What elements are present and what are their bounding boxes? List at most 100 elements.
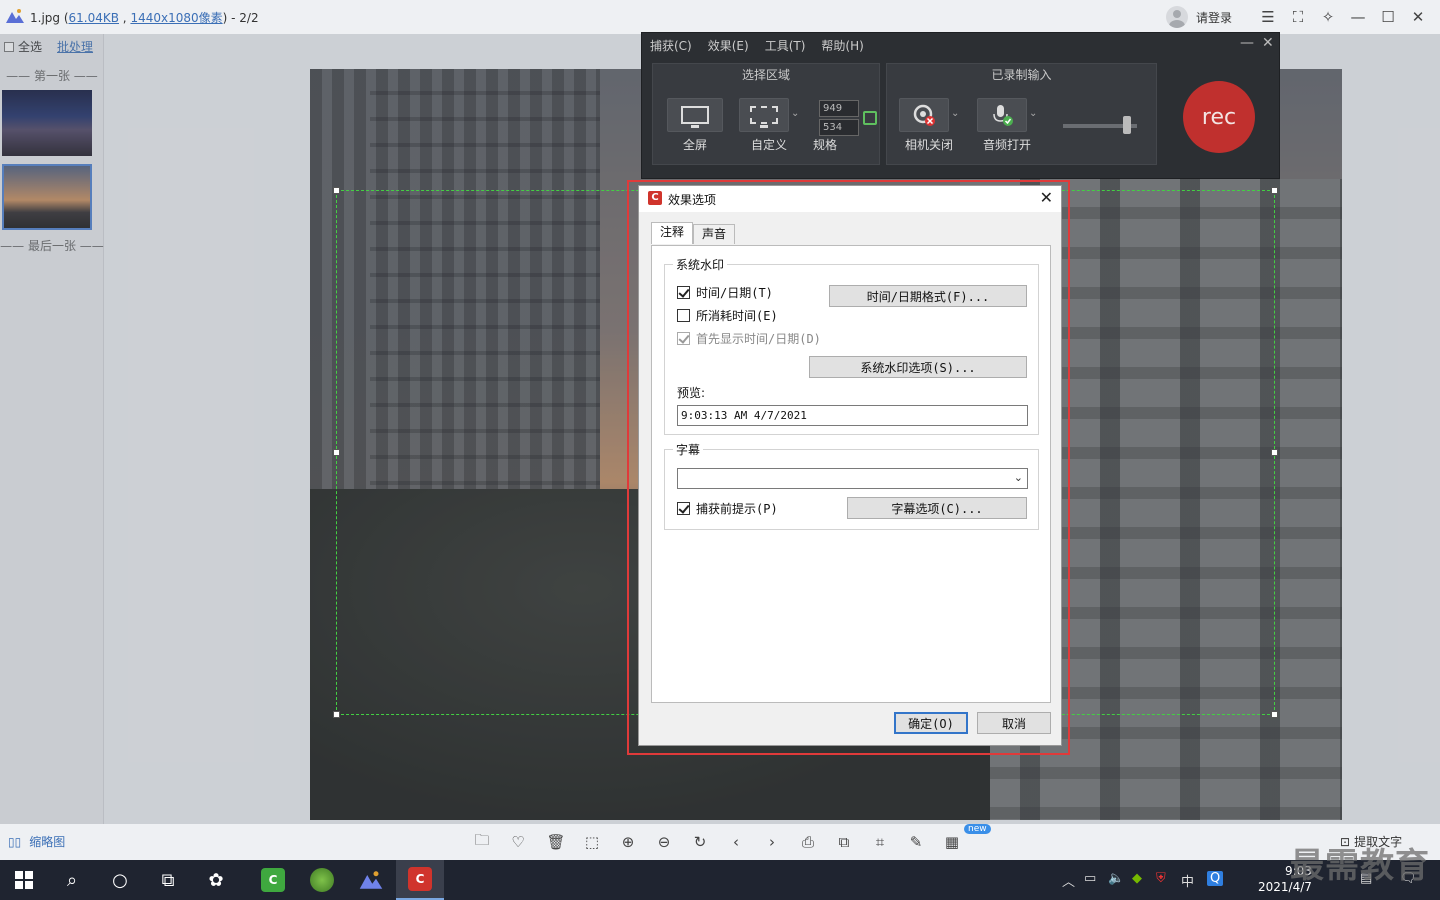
selection-handle-tr[interactable] xyxy=(1271,187,1278,194)
size-inputs: 949 534 xyxy=(819,100,859,138)
zoom-in-icon[interactable]: ⊕ xyxy=(618,832,638,852)
next-icon[interactable]: › xyxy=(762,832,782,852)
selection-handle-br[interactable] xyxy=(1271,711,1278,718)
volume-slider-thumb[interactable] xyxy=(1123,116,1131,134)
chevron-down-icon[interactable]: ⌄ xyxy=(1014,471,1023,484)
width-input[interactable]: 949 xyxy=(819,100,859,117)
task-view-icon[interactable]: ⧉ xyxy=(154,866,182,894)
cancel-button[interactable]: 取消 xyxy=(977,712,1051,734)
login-button[interactable]: 请登录 xyxy=(1166,6,1232,28)
custom-area-button[interactable] xyxy=(739,98,789,132)
custom-dropdown-icon[interactable]: ⌄ xyxy=(791,108,799,119)
title-suffix: ) - 2/2 xyxy=(222,11,259,25)
microphone-icon xyxy=(993,105,1013,126)
camera-button[interactable] xyxy=(899,98,949,132)
audio-dropdown-icon[interactable]: ⌄ xyxy=(1029,108,1037,119)
crop-icon[interactable]: ⬚ xyxy=(582,832,602,852)
annotation-tab-page: 系统水印 时间/日期(T) 时间/日期格式(F)... 所消耗时间(E) 首先显… xyxy=(651,245,1051,703)
select-all-checkbox[interactable]: 全选 xyxy=(4,38,42,55)
watermark-options-button[interactable]: 系统水印选项(S)... xyxy=(809,356,1027,378)
minimize-icon[interactable]: — xyxy=(1349,8,1367,26)
recorder-close-icon[interactable]: ✕ xyxy=(1262,35,1274,51)
edit-icon[interactable]: ✎ xyxy=(906,832,926,852)
timedate-format-button[interactable]: 时间/日期格式(F)... xyxy=(829,285,1027,307)
viewer-app-icon[interactable] xyxy=(347,860,395,900)
security-icon[interactable]: ⛨ xyxy=(1156,871,1166,886)
file-size-link[interactable]: 61.04KB xyxy=(69,11,119,25)
thumbnail-2[interactable] xyxy=(2,164,92,230)
fullscreen-button[interactable] xyxy=(667,98,723,132)
ok-button[interactable]: 确定(O) xyxy=(894,712,968,734)
caption-combobox[interactable]: ⌄ xyxy=(677,468,1028,489)
show-first-checkbox-row: 首先显示时间/日期(D) xyxy=(677,330,821,347)
batch-link[interactable]: 批处理 xyxy=(57,38,93,55)
print-icon[interactable]: ⎙ xyxy=(798,832,818,852)
prompt-checkbox[interactable] xyxy=(677,502,690,515)
selection-handle-tl[interactable] xyxy=(333,187,340,194)
favorite-icon[interactable]: ♡ xyxy=(508,832,528,852)
open-folder-icon[interactable]: 🗀 xyxy=(472,831,492,852)
monitor-icon xyxy=(681,106,709,128)
dialog-titlebar: C 效果选项 ✕ xyxy=(639,186,1061,212)
menu-capture[interactable]: 捕获(C) xyxy=(650,37,692,54)
select-all-box[interactable] xyxy=(4,41,14,52)
zoom-out-icon[interactable]: ⊖ xyxy=(654,832,674,852)
thumbnail-1[interactable] xyxy=(2,90,92,156)
camtasia-app-icon[interactable]: C xyxy=(249,860,297,900)
search-icon[interactable]: ⌕ xyxy=(58,866,86,894)
cortana-icon[interactable]: ○ xyxy=(106,866,134,894)
network-icon[interactable]: ▭ xyxy=(1084,871,1096,886)
audio-button[interactable] xyxy=(977,98,1027,132)
camera-dropdown-icon[interactable]: ⌄ xyxy=(951,108,959,119)
qq-icon[interactable]: Q xyxy=(1207,871,1224,886)
elapsed-checkbox[interactable] xyxy=(677,309,690,322)
melon-app-icon[interactable] xyxy=(298,860,346,900)
pin-icon[interactable]: ✧ xyxy=(1319,8,1337,26)
convert-icon[interactable]: ⧉ xyxy=(834,832,854,852)
fullscreen-label: 全屏 xyxy=(683,138,708,152)
fullscreen-icon[interactable]: ⛶ xyxy=(1289,8,1307,26)
prev-icon[interactable]: ‹ xyxy=(726,832,746,852)
selection-handle-mr[interactable] xyxy=(1271,449,1278,456)
tray-chevron-icon[interactable]: ︿ xyxy=(1062,871,1075,890)
record-button[interactable]: rec xyxy=(1183,81,1255,153)
resolution-link[interactable]: 1440x1080像素 xyxy=(130,11,222,25)
menu-icon[interactable]: ☰ xyxy=(1259,8,1277,26)
volume-icon[interactable]: 🔈 xyxy=(1108,871,1124,886)
elapsed-label: 所消耗时间(E) xyxy=(696,309,778,323)
thumbnail-toggle[interactable]: ▯▯ 缩略图 xyxy=(8,833,65,850)
menu-help[interactable]: 帮助(H) xyxy=(821,37,863,54)
menu-tools[interactable]: 工具(T) xyxy=(765,37,806,54)
audio-label: 音频打开 xyxy=(983,138,1032,152)
pinwheel-app-icon[interactable]: ✿ xyxy=(202,866,230,894)
delete-icon[interactable]: 🗑 xyxy=(546,832,566,852)
close-icon[interactable]: ✕ xyxy=(1409,8,1427,26)
timedate-checkbox-row[interactable]: 时间/日期(T) xyxy=(677,284,773,301)
avatar-icon xyxy=(1166,6,1188,28)
apps-icon[interactable]: ▦ xyxy=(942,832,962,852)
dialog-close-icon[interactable]: ✕ xyxy=(1040,188,1053,207)
caption-options-button[interactable]: 字幕选项(C)... xyxy=(847,497,1027,519)
nvidia-icon[interactable]: ◆ xyxy=(1132,871,1142,886)
windows-start-icon[interactable] xyxy=(10,866,38,894)
ime-indicator[interactable]: 中 xyxy=(1181,871,1194,890)
system-watermark-group: 系统水印 时间/日期(T) 时间/日期格式(F)... 所消耗时间(E) 首先显… xyxy=(664,256,1039,435)
recorder-minimize-icon[interactable]: — xyxy=(1240,35,1254,51)
height-input[interactable]: 534 xyxy=(819,119,859,136)
prompt-checkbox-row[interactable]: 捕获前提示(P) xyxy=(677,500,778,517)
rotate-icon[interactable]: ↻ xyxy=(690,832,710,852)
maximize-icon[interactable]: ☐ xyxy=(1379,8,1397,26)
elapsed-checkbox-row[interactable]: 所消耗时间(E) xyxy=(677,307,778,324)
screenshot-icon[interactable]: ⌗ xyxy=(870,832,890,852)
show-first-checkbox xyxy=(677,332,690,345)
title-prefix: 1.jpg ( xyxy=(30,11,69,25)
selection-handle-ml[interactable] xyxy=(333,449,340,456)
selection-handle-bl[interactable] xyxy=(333,711,340,718)
tab-sound[interactable]: 声音 xyxy=(693,224,736,244)
recorder-app-icon[interactable]: C xyxy=(396,860,444,900)
lock-icon[interactable] xyxy=(863,111,877,125)
menu-effects[interactable]: 效果(E) xyxy=(708,37,749,54)
tab-annotation[interactable]: 注释 xyxy=(651,222,694,244)
timedate-checkbox[interactable] xyxy=(677,286,690,299)
windows-taskbar: ⌕ ○ ⧉ ✿ C C ︿ ▭ 🔈 ◆ ⛨ 中 Q 9:03 2021/4/7 … xyxy=(0,860,1440,900)
